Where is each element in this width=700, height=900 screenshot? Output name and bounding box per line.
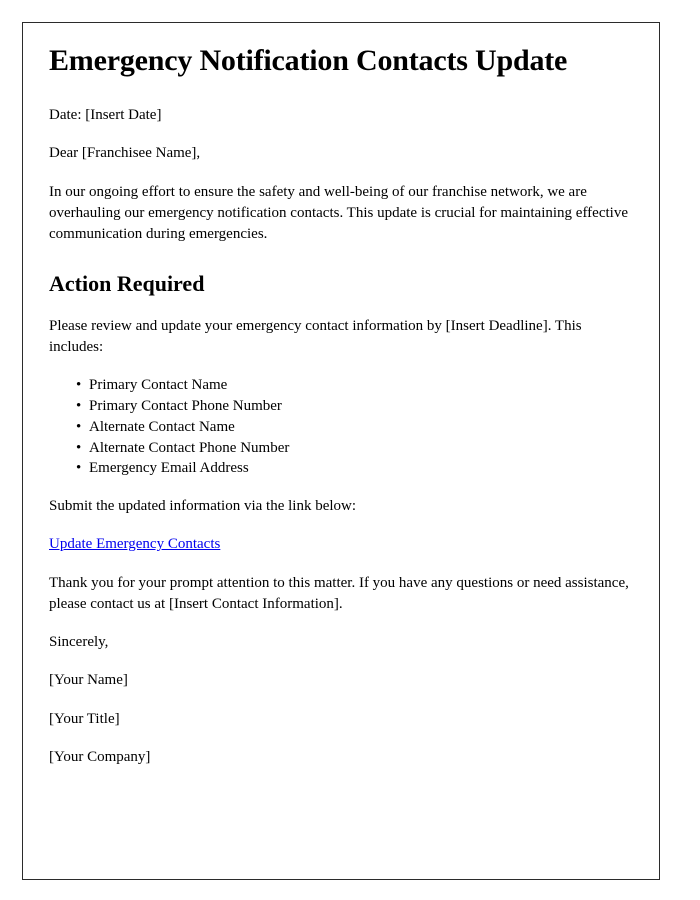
- list-item: • Alternate Contact Phone Number: [76, 438, 639, 459]
- bullet-icon: •: [76, 439, 82, 456]
- action-required-heading: Action Required: [49, 271, 205, 297]
- signature-company: [Your Company]: [49, 748, 151, 765]
- intro-paragraph: In our ongoing effort to ensure the safe…: [49, 183, 628, 243]
- list-item: • Primary Contact Phone Number: [76, 396, 639, 417]
- signoff-line: Sincerely,: [49, 634, 109, 651]
- salutation: Dear [Franchisee Name],: [49, 145, 201, 162]
- document-body: Emergency Notification Contacts Update D…: [49, 43, 639, 785]
- signature-name: [Your Name]: [49, 672, 128, 689]
- bullet-icon: •: [76, 460, 82, 477]
- action-required-paragraph: Please review and update your emergency …: [49, 317, 582, 356]
- list-item-label: Emergency Email Address: [89, 460, 249, 477]
- document-page-border: Emergency Notification Contacts Update D…: [22, 22, 660, 880]
- page-title: Emergency Notification Contacts Update: [49, 44, 568, 77]
- list-item-label: Primary Contact Name: [89, 377, 228, 394]
- update-emergency-contacts-link[interactable]: Update Emergency Contacts: [49, 536, 220, 552]
- closing-paragraph: Thank you for your prompt attention to t…: [49, 574, 629, 612]
- list-item: • Emergency Email Address: [76, 458, 639, 479]
- list-item: • Alternate Contact Name: [76, 417, 639, 438]
- list-item-label: Alternate Contact Name: [89, 418, 235, 435]
- date-line: Date: [Insert Date]: [49, 107, 162, 123]
- list-item-label: Primary Contact Phone Number: [89, 398, 282, 415]
- bullet-icon: •: [76, 398, 82, 415]
- list-item-label: Alternate Contact Phone Number: [89, 439, 290, 456]
- bullet-icon: •: [76, 377, 82, 394]
- bullet-icon: •: [76, 418, 82, 435]
- submit-instruction-paragraph: Submit the updated information via the l…: [49, 497, 357, 514]
- list-item: • Primary Contact Name: [76, 375, 639, 396]
- link-container: Update Emergency Contacts: [49, 534, 639, 555]
- signature-title: [Your Title]: [49, 710, 120, 727]
- contact-fields-list: • Primary Contact Name • Primary Contact…: [49, 375, 639, 478]
